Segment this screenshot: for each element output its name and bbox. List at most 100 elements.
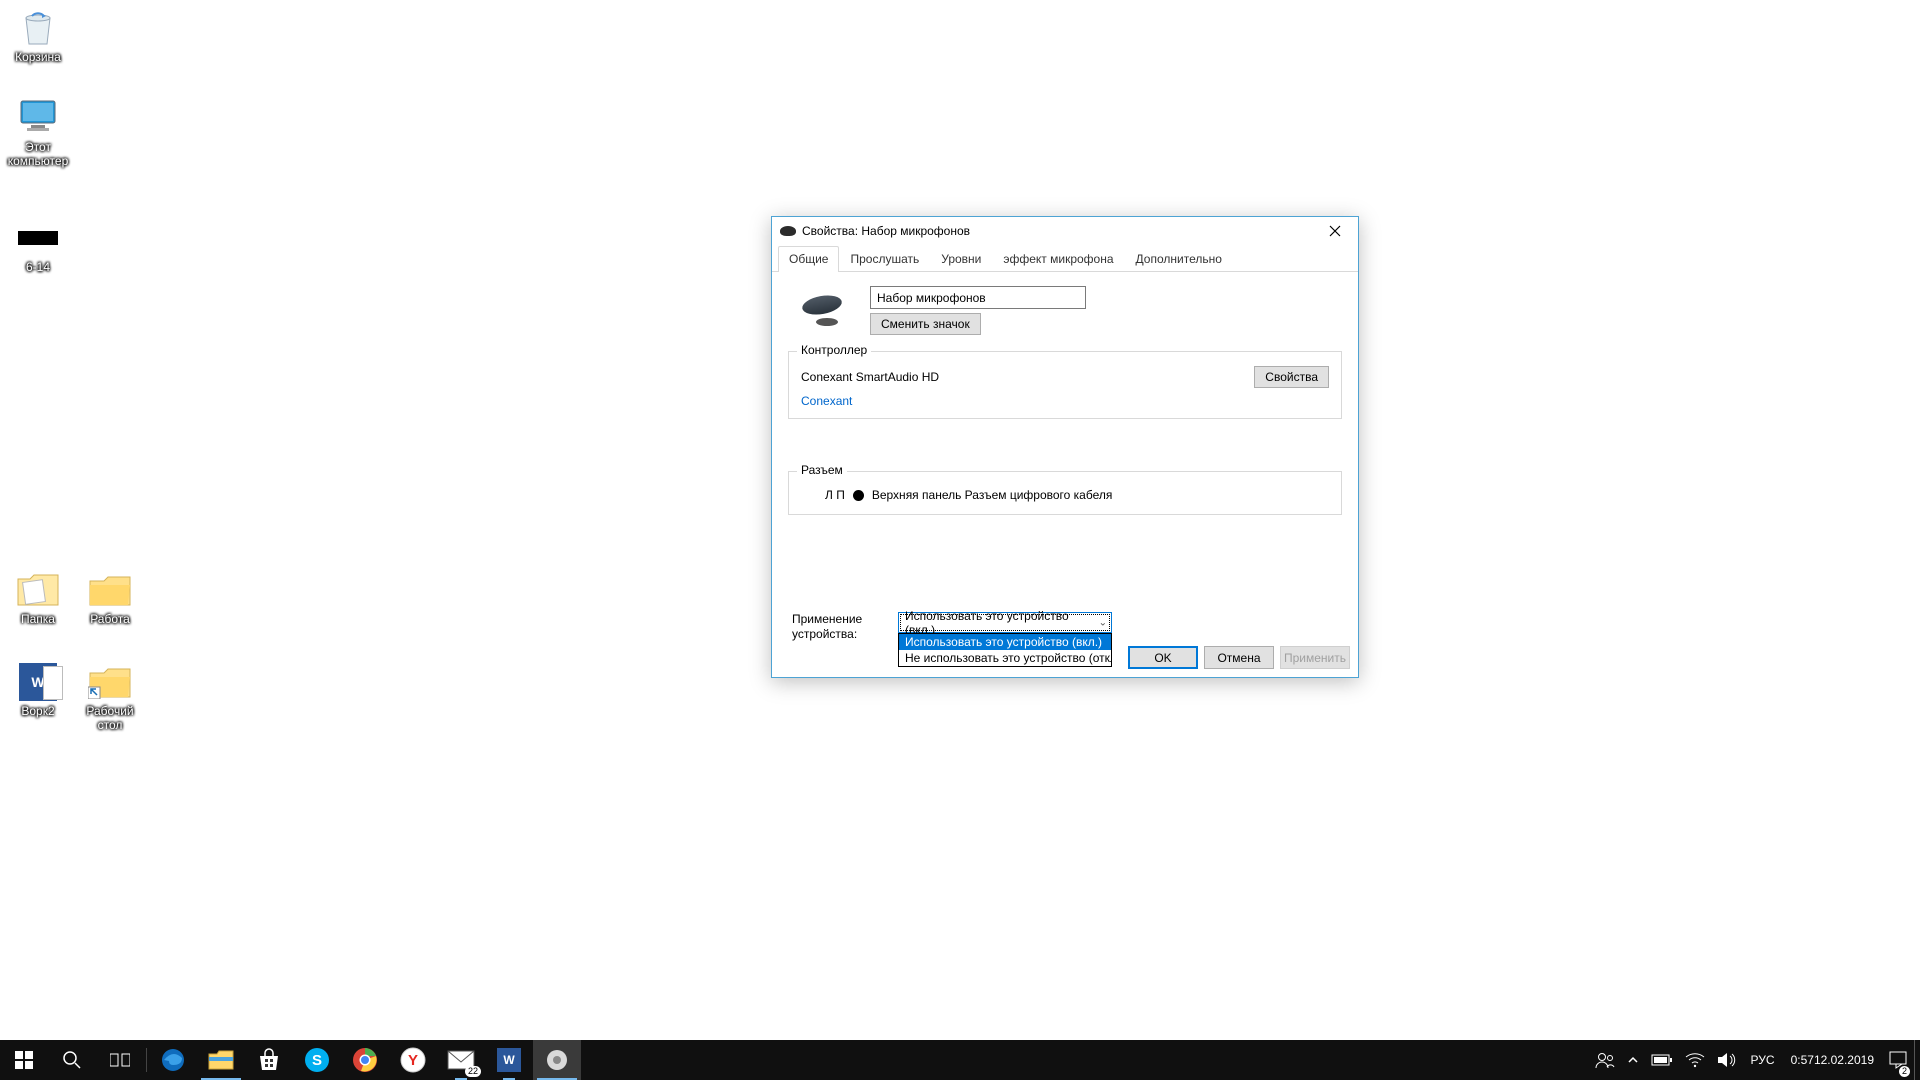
taskbar-app-chrome[interactable] [341, 1040, 389, 1080]
tab-general[interactable]: Общие [778, 246, 839, 272]
desktop-icon-item[interactable]: 6-14 [0, 218, 76, 274]
people-icon [1595, 1050, 1615, 1070]
device-usage-label: Применениеустройства: [792, 612, 880, 642]
controller-name: Conexant SmartAudio HD [801, 370, 1254, 384]
recycle-bin-icon [14, 8, 62, 48]
desktop-icon-label: Корзина [0, 50, 76, 64]
tab-body-general: Сменить значок Контроллер Conexant Smart… [772, 272, 1358, 652]
chevron-up-icon [1627, 1054, 1639, 1066]
desktop-icon-label: Этоткомпьютер [0, 140, 76, 169]
mail-badge-count: 22 [465, 1066, 481, 1077]
yandex-icon: Y [400, 1047, 426, 1073]
wifi-icon [1685, 1052, 1705, 1068]
taskbar-app-word[interactable]: W [485, 1040, 533, 1080]
tab-advanced[interactable]: Дополнительно [1125, 246, 1233, 272]
clock-date: 12.02.2019 [1814, 1053, 1874, 1067]
close-button[interactable] [1312, 217, 1358, 245]
desktop-icon-folder[interactable]: Папка [0, 570, 76, 626]
notification-badge-count: 2 [1899, 1066, 1910, 1077]
windows-icon [15, 1051, 33, 1069]
tab-mic-effect[interactable]: эффект микрофона [992, 246, 1124, 272]
folder-icon [14, 570, 62, 610]
tray-wifi[interactable] [1679, 1040, 1711, 1080]
tray-volume[interactable] [1711, 1040, 1743, 1080]
tray-battery[interactable] [1645, 1040, 1679, 1080]
apply-button: Применить [1280, 646, 1350, 669]
task-view-icon [110, 1052, 130, 1068]
svg-text:Y: Y [408, 1052, 418, 1069]
word-icon: W [497, 1048, 521, 1072]
desktop-icon-label: Папка [0, 612, 76, 626]
usage-option-disable[interactable]: Не использовать это устройство (откл.) [899, 650, 1111, 666]
volume-icon [1717, 1051, 1737, 1069]
tray-show-hidden[interactable] [1621, 1040, 1645, 1080]
desktop-icon-folder[interactable]: Рабочийстол [72, 662, 148, 733]
taskbar-app-mail[interactable]: 22 [437, 1040, 485, 1080]
task-view-button[interactable] [96, 1040, 144, 1080]
edge-icon [160, 1047, 186, 1073]
file-explorer-icon [208, 1049, 234, 1071]
device-usage-combobox[interactable]: Использовать это устройство (вкл.) ⌄ [898, 612, 1112, 633]
taskbar-app-sound-settings[interactable] [533, 1040, 581, 1080]
controller-properties-button[interactable]: Свойства [1254, 366, 1329, 388]
microphone-icon [780, 226, 796, 236]
tab-levels[interactable]: Уровни [930, 246, 992, 272]
usage-option-enable[interactable]: Использовать это устройство (вкл.) [899, 634, 1111, 650]
properties-dialog: Свойства: Набор микрофонов Общие Прослуш… [771, 216, 1359, 678]
folder-icon [86, 570, 134, 610]
chrome-icon [352, 1047, 378, 1073]
desktop-icon-word-doc[interactable]: W Ворк2 [0, 662, 76, 718]
connector-legend: Разъем [797, 463, 847, 477]
taskbar-app-yandex[interactable]: Y [389, 1040, 437, 1080]
device-name-input[interactable] [870, 286, 1086, 309]
desktop-icon-label: 6-14 [0, 260, 76, 274]
show-desktop-button[interactable] [1914, 1040, 1920, 1080]
controller-groupbox: Контроллер Conexant SmartAudio HD Свойст… [788, 351, 1342, 419]
start-button[interactable] [0, 1040, 48, 1080]
taskbar-app-store[interactable] [245, 1040, 293, 1080]
blank-icon [14, 218, 62, 258]
taskbar-app-edge[interactable] [149, 1040, 197, 1080]
search-icon [62, 1050, 82, 1070]
desktop-icon-folder[interactable]: Работа [72, 570, 148, 626]
connector-groupbox: Разъем Л П Верхняя панель Разъем цифрово… [788, 471, 1342, 515]
close-icon [1329, 225, 1341, 237]
word-icon: W [14, 662, 62, 702]
store-icon [257, 1048, 281, 1072]
tab-listen[interactable]: Прослушать [839, 246, 930, 272]
dialog-title: Свойства: Набор микрофонов [802, 224, 970, 238]
system-tray: РУС 0:57 12.02.2019 2 [1589, 1040, 1920, 1080]
clock-time: 0:57 [1791, 1053, 1814, 1067]
desktop-icon-label: Работа [72, 612, 148, 626]
sound-settings-icon [546, 1049, 568, 1071]
cancel-button[interactable]: Отмена [1204, 646, 1274, 669]
taskbar: S Y 22 W РУС 0:57 12.02.2019 [0, 1040, 1920, 1080]
tray-language[interactable]: РУС [1743, 1040, 1783, 1080]
device-large-icon [800, 292, 852, 328]
jack-color-dot [853, 490, 864, 501]
folder-shortcut-icon [86, 662, 134, 702]
search-button[interactable] [48, 1040, 96, 1080]
taskbar-app-skype[interactable]: S [293, 1040, 341, 1080]
desktop-icon-label: Ворк2 [0, 704, 76, 718]
desktop-icon-label: Рабочийстол [72, 704, 148, 733]
connector-lp-label: Л П [825, 488, 845, 502]
device-usage-dropdown-list: Использовать это устройство (вкл.) Не ис… [898, 633, 1112, 667]
tab-strip: Общие Прослушать Уровни эффект микрофона… [772, 245, 1358, 272]
tray-notifications[interactable]: 2 [1882, 1040, 1914, 1080]
svg-text:S: S [312, 1052, 322, 1069]
controller-vendor-link[interactable]: Conexant [801, 394, 1329, 408]
change-icon-button[interactable]: Сменить значок [870, 313, 981, 335]
ok-button[interactable]: OK [1128, 646, 1198, 669]
connector-description: Верхняя панель Разъем цифрового кабеля [872, 488, 1113, 502]
tray-people[interactable] [1589, 1040, 1621, 1080]
taskbar-app-explorer[interactable] [197, 1040, 245, 1080]
desktop-icon-recycle-bin[interactable]: Корзина [0, 8, 76, 64]
desktop-icon-this-pc[interactable]: Этоткомпьютер [0, 98, 76, 169]
computer-icon [14, 98, 62, 138]
dialog-titlebar[interactable]: Свойства: Набор микрофонов [772, 217, 1358, 245]
chevron-down-icon: ⌄ [1099, 617, 1107, 628]
skype-icon: S [304, 1047, 330, 1073]
tray-clock[interactable]: 0:57 12.02.2019 [1783, 1040, 1882, 1080]
battery-icon [1651, 1053, 1673, 1067]
